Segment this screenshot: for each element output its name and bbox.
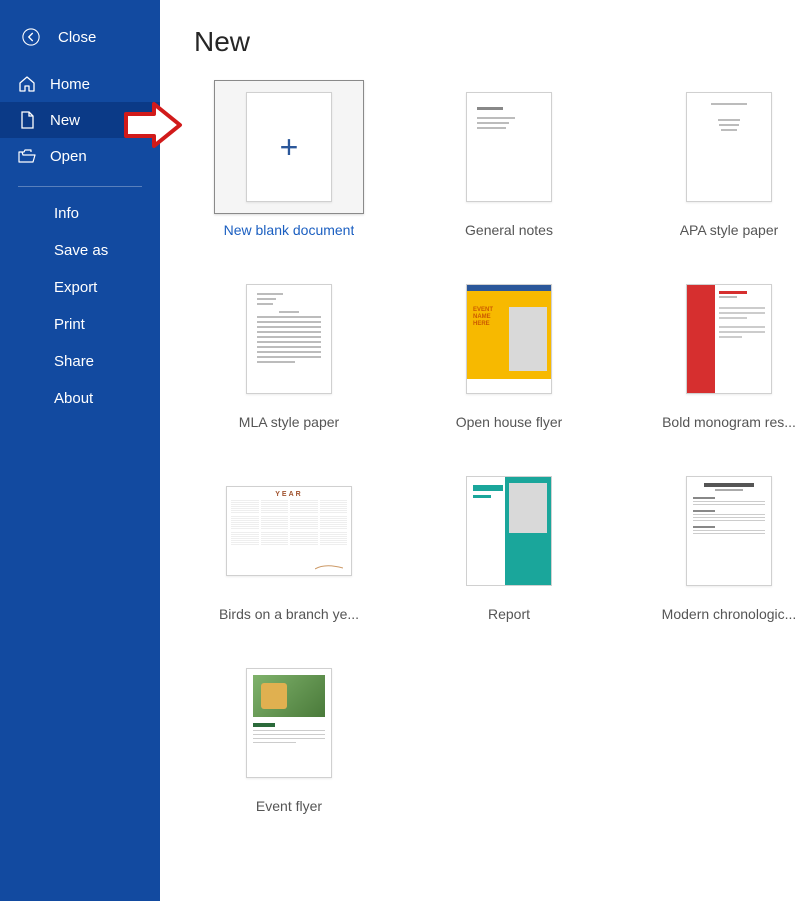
sidebar-item-new[interactable]: New	[0, 102, 160, 138]
sidebar-item-label: Export	[54, 279, 97, 296]
template-thumbnail	[434, 464, 584, 598]
new-document-icon	[18, 111, 36, 129]
template-label: Modern chronologic...	[662, 606, 797, 622]
template-label: Bold monogram res...	[662, 414, 796, 430]
sidebar-item-about[interactable]: About	[0, 380, 160, 417]
template-general-notes[interactable]: General notes	[414, 80, 604, 238]
template-thumbnail	[654, 464, 800, 598]
template-blank-document[interactable]: + New blank document	[194, 80, 384, 238]
sidebar-item-save-as[interactable]: Save as	[0, 232, 160, 269]
plus-icon: +	[280, 129, 299, 166]
template-label: Event flyer	[256, 798, 322, 814]
main-content: New + New blank document	[160, 0, 800, 901]
page-title: New	[194, 26, 780, 58]
home-icon	[18, 75, 36, 93]
template-label: Open house flyer	[456, 414, 563, 430]
template-bold-monogram-resume[interactable]: Bold monogram res...	[634, 272, 800, 430]
back-arrow-icon	[22, 28, 40, 46]
template-apa-paper[interactable]: APA style paper	[634, 80, 800, 238]
sidebar-item-label: Print	[54, 316, 85, 333]
template-thumbnail	[434, 80, 584, 214]
sidebar-item-label: Info	[54, 205, 79, 222]
sidebar-item-label: About	[54, 390, 93, 407]
template-report[interactable]: Report	[414, 464, 604, 622]
template-label: Birds on a branch ye...	[219, 606, 359, 622]
sidebar-item-home[interactable]: Home	[0, 66, 160, 102]
sidebar-item-open[interactable]: Open	[0, 138, 160, 174]
sidebar-item-label: Open	[50, 148, 87, 165]
template-thumbnail: YEAR	[214, 464, 364, 598]
template-label: Report	[488, 606, 530, 622]
template-thumbnail: +	[214, 80, 364, 214]
sidebar-item-share[interactable]: Share	[0, 343, 160, 380]
sidebar-item-label: Share	[54, 353, 94, 370]
template-thumbnail	[214, 272, 364, 406]
calendar-year-label: YEAR	[231, 491, 347, 498]
template-thumbnail: EVENTNAMEHERE	[434, 272, 584, 406]
template-label: APA style paper	[680, 222, 779, 238]
template-open-house-flyer[interactable]: EVENTNAMEHERE Open house flyer	[414, 272, 604, 430]
template-thumbnail	[654, 272, 800, 406]
sidebar-divider	[18, 186, 142, 187]
template-label: New blank document	[224, 222, 355, 238]
template-label: MLA style paper	[239, 414, 339, 430]
sidebar-item-export[interactable]: Export	[0, 269, 160, 306]
template-thumbnail	[214, 656, 364, 790]
template-mla-paper[interactable]: MLA style paper	[194, 272, 384, 430]
sidebar-item-label: New	[50, 112, 80, 129]
folder-open-icon	[18, 147, 36, 165]
sidebar-item-info[interactable]: Info	[0, 195, 160, 232]
template-label: General notes	[465, 222, 553, 238]
sidebar-item-print[interactable]: Print	[0, 306, 160, 343]
sidebar-item-label: Save as	[54, 242, 108, 259]
sidebar-item-label: Home	[50, 76, 90, 93]
template-grid: + New blank document General notes	[194, 80, 780, 814]
template-event-flyer[interactable]: Event flyer	[194, 656, 384, 814]
template-thumbnail	[654, 80, 800, 214]
backstage-sidebar: Close Home New Open Info Save as Export …	[0, 0, 160, 901]
close-label: Close	[58, 29, 96, 46]
template-birds-calendar[interactable]: YEAR Birds on a branch ye...	[194, 464, 384, 622]
close-button[interactable]: Close	[0, 20, 160, 66]
template-modern-chronological-resume[interactable]: Modern chronologic...	[634, 464, 800, 622]
